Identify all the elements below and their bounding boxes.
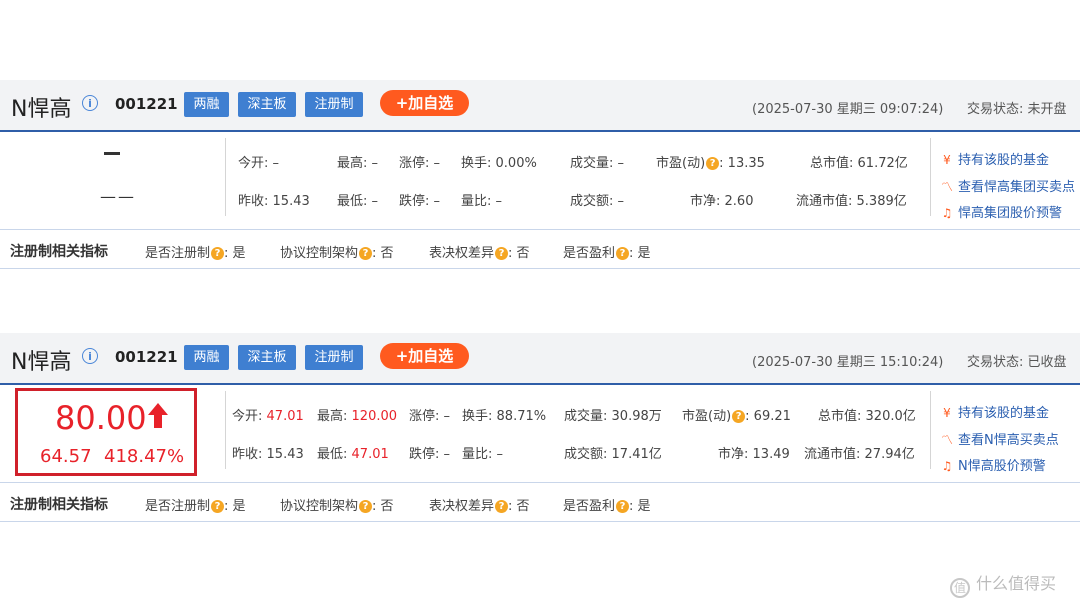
yen-icon: ¥ <box>943 406 951 420</box>
watermark: 值什么值得买 <box>950 570 1056 598</box>
tag-margin[interactable]: 两融 <box>184 345 229 370</box>
stat-pe: 市盈(动)?: 13.35 <box>656 156 765 171</box>
stat-pe: 市盈(动)?: 69.21 <box>682 409 791 424</box>
stock-panel-premarket: N悍高 i 001221 两融 深主板 注册制 +加自选 (2025-07-30… <box>0 80 1080 280</box>
timestamp: (2025-07-30 星期三 15:10:24) <box>752 355 944 370</box>
stock-panel-closed: N悍高 i 001221 两融 深主板 注册制 +加自选 (2025-07-30… <box>0 333 1080 533</box>
quote-main: —— 今开: – 最高: – 涨停: – 换手: 0.00% 成交量: – 市盈… <box>0 132 1080 230</box>
stat-pb: 市净: 13.49 <box>718 447 790 462</box>
watermark-logo-icon: 值 <box>950 578 970 598</box>
reg-item: 协议控制架构?: 否 <box>280 499 394 514</box>
stat-prev-close: 昨收: 15.43 <box>238 194 310 209</box>
stock-header: N悍高 i 001221 两融 深主板 注册制 +加自选 (2025-07-30… <box>0 333 1080 385</box>
tag-registration[interactable]: 注册制 <box>305 92 363 117</box>
chart-icon: 〽 <box>940 433 953 447</box>
link-buy-sell-points[interactable]: 〽查看悍高集团买卖点 <box>940 176 1075 195</box>
stat-limit-up: 涨停: – <box>399 156 441 171</box>
reg-item: 是否盈利?: 是 <box>563 499 651 514</box>
stat-turnover: 换手: 88.71% <box>462 409 547 424</box>
reg-item: 是否盈利?: 是 <box>563 246 651 261</box>
bell-icon: ♫ <box>941 206 953 220</box>
question-icon[interactable]: ? <box>495 247 509 260</box>
price-placeholder <box>104 152 120 155</box>
stat-limit-up: 涨停: – <box>409 409 451 424</box>
link-price-alert[interactable]: ♫ 悍高集团股价预警 <box>940 202 1062 221</box>
stat-limit-down: 跌停: – <box>399 194 441 209</box>
stat-volume: 成交量: 30.98万 <box>564 409 662 424</box>
divider <box>930 138 931 216</box>
stat-amount: 成交额: 17.41亿 <box>564 447 662 462</box>
stat-low: 最低: 47.01 <box>317 447 389 462</box>
registration-title: 注册制相关指标 <box>10 497 108 513</box>
stock-code: 001221 <box>115 95 178 113</box>
registration-indicators: 注册制相关指标 是否注册制?: 是 协议控制架构?: 否 表决权差异?: 否 是… <box>0 230 1080 269</box>
question-icon[interactable]: ? <box>616 500 630 513</box>
reg-item: 协议控制架构?: 否 <box>280 246 394 261</box>
registration-title: 注册制相关指标 <box>10 244 108 260</box>
question-icon[interactable]: ? <box>732 410 746 423</box>
question-icon[interactable]: ? <box>211 500 225 513</box>
stat-open: 今开: – <box>238 156 280 171</box>
add-watchlist-button[interactable]: +加自选 <box>380 343 469 369</box>
tag-registration[interactable]: 注册制 <box>305 345 363 370</box>
info-icon[interactable]: i <box>82 348 98 364</box>
stock-header: N悍高 i 001221 两融 深主板 注册制 +加自选 (2025-07-30… <box>0 80 1080 132</box>
divider <box>225 391 226 469</box>
reg-item: 是否注册制?: 是 <box>145 246 246 261</box>
add-watchlist-button[interactable]: +加自选 <box>380 90 469 116</box>
stat-open: 今开: 47.01 <box>232 409 304 424</box>
stat-volume-ratio: 量比: – <box>461 194 503 209</box>
timestamp: (2025-07-30 星期三 09:07:24) <box>752 102 944 117</box>
stat-turnover: 换手: 0.00% <box>461 156 537 171</box>
link-buy-sell-points[interactable]: 〽查看N悍高买卖点 <box>940 429 1059 448</box>
question-icon[interactable]: ? <box>211 247 225 260</box>
question-icon[interactable]: ? <box>706 157 720 170</box>
tag-board[interactable]: 深主板 <box>238 92 296 117</box>
yen-icon: ¥ <box>943 153 951 167</box>
stat-float-cap: 流通市值: 5.389亿 <box>796 194 907 209</box>
reg-item: 是否注册制?: 是 <box>145 499 246 514</box>
reg-item: 表决权差异?: 否 <box>429 246 530 261</box>
stat-pb: 市净: 2.60 <box>690 194 754 209</box>
registration-indicators: 注册制相关指标 是否注册制?: 是 协议控制架构?: 否 表决权差异?: 否 是… <box>0 483 1080 522</box>
stat-prev-close: 昨收: 15.43 <box>232 447 304 462</box>
chart-icon: 〽 <box>940 180 953 194</box>
change-placeholder: —— <box>100 187 136 206</box>
stat-float-cap: 流通市值: 27.94亿 <box>804 447 915 462</box>
tag-board[interactable]: 深主板 <box>238 345 296 370</box>
stock-name: N悍高 <box>11 350 72 375</box>
stock-code: 001221 <box>115 348 178 366</box>
stat-market-cap: 总市值: 61.72亿 <box>810 156 908 171</box>
divider <box>225 138 226 216</box>
stat-high: 最高: 120.00 <box>317 409 398 424</box>
bell-icon: ♫ <box>941 459 953 473</box>
question-icon[interactable]: ? <box>359 247 373 260</box>
stat-market-cap: 总市值: 320.0亿 <box>818 409 916 424</box>
question-icon[interactable]: ? <box>359 500 373 513</box>
stat-high: 最高: – <box>337 156 379 171</box>
question-icon[interactable]: ? <box>495 500 509 513</box>
stat-volume-ratio: 量比: – <box>462 447 504 462</box>
stat-low: 最低: – <box>337 194 379 209</box>
reg-item: 表决权差异?: 否 <box>429 499 530 514</box>
trading-status: 交易状态: 已收盘 <box>967 355 1067 370</box>
stock-name: N悍高 <box>11 97 72 122</box>
question-icon[interactable]: ? <box>616 247 630 260</box>
stat-volume: 成交量: – <box>570 156 625 171</box>
trading-status: 交易状态: 未开盘 <box>967 102 1067 117</box>
info-icon[interactable]: i <box>82 95 98 111</box>
stat-limit-down: 跌停: – <box>409 447 451 462</box>
divider <box>930 391 931 469</box>
stat-amount: 成交额: – <box>570 194 625 209</box>
quote-main: 80.00 64.57 418.47% 今开: 47.01 最高: 120.00… <box>0 385 1080 483</box>
link-funds[interactable]: ¥ 持有该股的基金 <box>940 402 1049 421</box>
highlight-box <box>15 388 197 476</box>
link-funds[interactable]: ¥ 持有该股的基金 <box>940 149 1049 168</box>
link-price-alert[interactable]: ♫ N悍高股价预警 <box>940 455 1046 474</box>
tag-margin[interactable]: 两融 <box>184 92 229 117</box>
